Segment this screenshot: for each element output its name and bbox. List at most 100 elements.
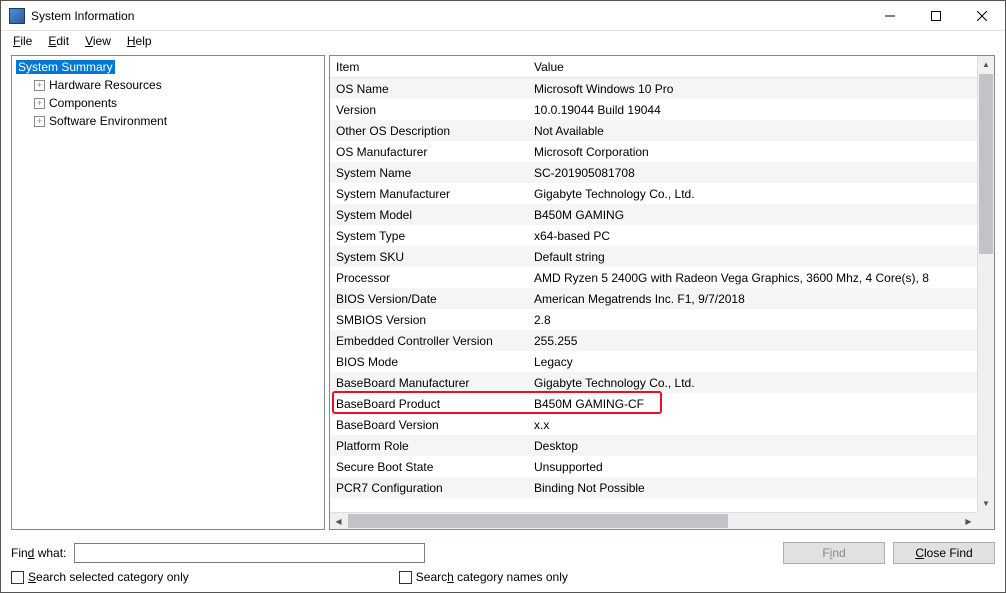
content-area: System Summary + Hardware Resources + Co… <box>1 51 1005 536</box>
menu-edit[interactable]: Edit <box>42 32 75 50</box>
cell-item: System Model <box>330 208 528 222</box>
cell-value: Gigabyte Technology Co., Ltd. <box>528 376 994 390</box>
vertical-scrollbar[interactable]: ▲ ▼ <box>977 56 994 512</box>
cell-item: Version <box>330 103 528 117</box>
tree-item-software-environment[interactable]: + Software Environment <box>12 112 324 130</box>
cell-item: BIOS Version/Date <box>330 292 528 306</box>
menu-file[interactable]: File <box>7 32 38 50</box>
cell-item: Embedded Controller Version <box>330 334 528 348</box>
tree-root-system-summary[interactable]: System Summary <box>12 58 324 76</box>
table-row[interactable]: BIOS Version/DateAmerican Megatrends Inc… <box>330 288 994 309</box>
table-row[interactable]: Other OS DescriptionNot Available <box>330 120 994 141</box>
table-row[interactable]: OS ManufacturerMicrosoft Corporation <box>330 141 994 162</box>
app-icon <box>9 8 25 24</box>
cell-value: Unsupported <box>528 460 994 474</box>
cell-item: BaseBoard Manufacturer <box>330 376 528 390</box>
table-row[interactable]: System ModelB450M GAMING <box>330 204 994 225</box>
tree-item-components[interactable]: + Components <box>12 94 324 112</box>
cell-value: Microsoft Corporation <box>528 145 994 159</box>
cell-item: Other OS Description <box>330 124 528 138</box>
expand-icon[interactable]: + <box>34 116 45 127</box>
tree-item-hardware-resources[interactable]: + Hardware Resources <box>12 76 324 94</box>
table-row[interactable]: BaseBoard ProductB450M GAMING-CF <box>330 393 994 414</box>
cell-value: Desktop <box>528 439 994 453</box>
window-title: System Information <box>31 9 867 23</box>
table-row[interactable]: Version10.0.19044 Build 19044 <box>330 99 994 120</box>
scroll-thumb[interactable] <box>979 74 993 254</box>
category-tree[interactable]: System Summary + Hardware Resources + Co… <box>11 55 325 530</box>
table-row[interactable]: OS NameMicrosoft Windows 10 Pro <box>330 78 994 99</box>
scroll-thumb[interactable] <box>348 514 728 528</box>
cell-value: x.x <box>528 418 994 432</box>
cell-item: OS Name <box>330 82 528 96</box>
expand-icon[interactable]: + <box>34 98 45 109</box>
column-header-item[interactable]: Item <box>330 60 528 74</box>
cell-value: B450M GAMING <box>528 208 994 222</box>
find-input[interactable] <box>74 543 424 563</box>
table-row[interactable]: Embedded Controller Version255.255 <box>330 330 994 351</box>
table-row[interactable]: System ManufacturerGigabyte Technology C… <box>330 183 994 204</box>
cell-item: System Name <box>330 166 528 180</box>
cell-item: Platform Role <box>330 439 528 453</box>
cell-item: BaseBoard Product <box>330 397 528 411</box>
detail-table: Item Value OS NameMicrosoft Windows 10 P… <box>330 56 994 498</box>
menu-help[interactable]: Help <box>121 32 158 50</box>
table-row[interactable]: Secure Boot StateUnsupported <box>330 456 994 477</box>
table-row[interactable]: BIOS ModeLegacy <box>330 351 994 372</box>
scroll-up-arrow-icon[interactable]: ▲ <box>978 56 994 73</box>
expand-icon[interactable]: + <box>34 80 45 91</box>
checkbox-icon <box>399 571 412 584</box>
detail-panel: Item Value OS NameMicrosoft Windows 10 P… <box>329 55 995 530</box>
find-button[interactable]: Find <box>783 542 885 564</box>
cell-item: System Type <box>330 229 528 243</box>
find-label: Find what: <box>11 546 66 560</box>
table-header: Item Value <box>330 56 994 78</box>
cell-value: Legacy <box>528 355 994 369</box>
minimize-button[interactable] <box>867 1 913 30</box>
cell-item: PCR7 Configuration <box>330 481 528 495</box>
close-button[interactable] <box>959 1 1005 30</box>
cell-item: System Manufacturer <box>330 187 528 201</box>
search-selected-category-checkbox[interactable]: Search selected category only <box>11 570 189 584</box>
horizontal-scrollbar[interactable]: ◀ ▶ <box>330 512 977 529</box>
cell-value: x64-based PC <box>528 229 994 243</box>
cell-item: OS Manufacturer <box>330 145 528 159</box>
scroll-down-arrow-icon[interactable]: ▼ <box>978 495 994 512</box>
cell-value: Gigabyte Technology Co., Ltd. <box>528 187 994 201</box>
table-row[interactable]: System Typex64-based PC <box>330 225 994 246</box>
titlebar: System Information <box>1 1 1005 31</box>
table-row[interactable]: BaseBoard ManufacturerGigabyte Technolog… <box>330 372 994 393</box>
cell-value: Binding Not Possible <box>528 481 994 495</box>
column-header-value[interactable]: Value <box>528 60 994 74</box>
table-row[interactable]: SMBIOS Version2.8 <box>330 309 994 330</box>
find-options: Search selected category only Search cat… <box>1 568 1005 592</box>
system-information-window: System Information File Edit View Help S… <box>0 0 1006 593</box>
cell-item: Processor <box>330 271 528 285</box>
menu-view[interactable]: View <box>79 32 117 50</box>
cell-value: Not Available <box>528 124 994 138</box>
table-row[interactable]: BaseBoard Versionx.x <box>330 414 994 435</box>
maximize-button[interactable] <box>913 1 959 30</box>
scroll-corner <box>977 512 994 529</box>
search-category-names-checkbox[interactable]: Search category names only <box>399 570 568 584</box>
cell-value: AMD Ryzen 5 2400G with Radeon Vega Graph… <box>528 271 994 285</box>
detail-scroll-area: Item Value OS NameMicrosoft Windows 10 P… <box>330 56 994 529</box>
scroll-right-arrow-icon[interactable]: ▶ <box>960 513 977 529</box>
table-row[interactable]: System SKUDefault string <box>330 246 994 267</box>
cell-value: Microsoft Windows 10 Pro <box>528 82 994 96</box>
cell-value: SC-201905081708 <box>528 166 994 180</box>
close-find-button[interactable]: Close Find <box>893 542 995 564</box>
cell-item: Secure Boot State <box>330 460 528 474</box>
cell-item: System SKU <box>330 250 528 264</box>
table-row[interactable]: System NameSC-201905081708 <box>330 162 994 183</box>
scroll-left-arrow-icon[interactable]: ◀ <box>330 513 347 529</box>
cell-item: SMBIOS Version <box>330 313 528 327</box>
table-row[interactable]: Platform RoleDesktop <box>330 435 994 456</box>
table-row[interactable]: PCR7 ConfigurationBinding Not Possible <box>330 477 994 498</box>
cell-item: BIOS Mode <box>330 355 528 369</box>
cell-value: 255.255 <box>528 334 994 348</box>
cell-value: 10.0.19044 Build 19044 <box>528 103 994 117</box>
find-bar: Find what: Find Close Find <box>1 536 1005 568</box>
checkbox-icon <box>11 571 24 584</box>
table-row[interactable]: ProcessorAMD Ryzen 5 2400G with Radeon V… <box>330 267 994 288</box>
